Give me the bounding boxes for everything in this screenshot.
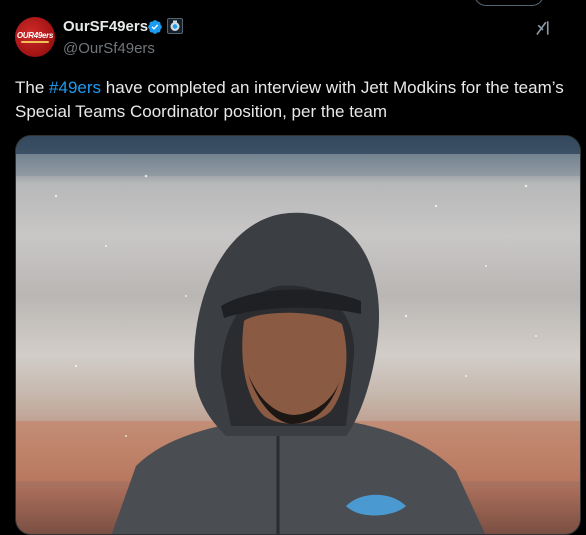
tweet-photo[interactable]	[15, 135, 581, 535]
grok-icon[interactable]	[535, 19, 553, 37]
tweet-text-prefix: The	[15, 78, 50, 97]
photo-illustration	[16, 136, 580, 534]
avatar[interactable]: OUR49ers	[15, 17, 55, 57]
tweet-text: The #49ers have completed an interview w…	[15, 76, 575, 124]
avatar-logo-underline	[21, 41, 49, 43]
verified-badge-icon	[148, 20, 162, 34]
follow-button-edge[interactable]	[474, 0, 544, 6]
user-handle[interactable]: @OurSf49ers	[63, 40, 155, 57]
avatar-logo-text: OUR49ers	[16, 31, 54, 40]
display-name[interactable]: OurSF49ers	[63, 18, 148, 35]
hashtag-link[interactable]: #49ers	[49, 78, 101, 97]
affiliate-badge-icon[interactable]	[167, 18, 183, 34]
